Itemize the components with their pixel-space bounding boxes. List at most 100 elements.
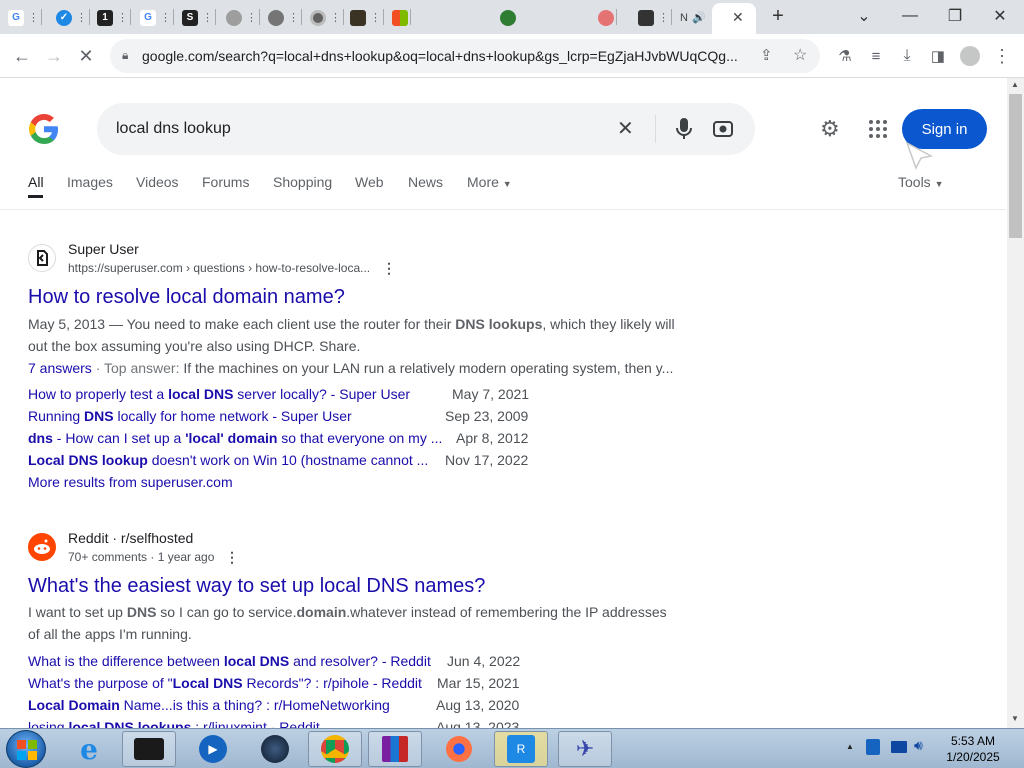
sub-result-link[interactable]: dns - How can I set up a 'local' domain … — [28, 430, 442, 446]
scrollbar-thumb[interactable] — [1009, 94, 1022, 238]
side-panel-icon[interactable]: ◨ — [923, 41, 953, 71]
globe-app-icon[interactable] — [248, 731, 302, 767]
scroll-down-icon[interactable]: ▼ — [1011, 714, 1019, 723]
more-options-icon[interactable]: ⋮ — [225, 549, 239, 566]
menu-icon[interactable]: ⋮ — [987, 41, 1017, 71]
display-icon[interactable] — [891, 741, 907, 753]
restore-button[interactable]: ❐ — [933, 2, 977, 30]
browser-tab[interactable]: ⋮ — [226, 5, 260, 30]
scroll-up-icon[interactable]: ▲ — [1011, 80, 1019, 89]
one-icon: 1 — [97, 9, 113, 26]
browser-tab[interactable] — [598, 5, 617, 30]
clear-search-icon[interactable]: ✕ — [617, 116, 634, 141]
bookmark-star-icon[interactable]: ☆ — [793, 45, 807, 65]
browser-tab[interactable]: G ⋮ — [140, 5, 174, 30]
browser-tab[interactable]: 1 ⋮ — [97, 5, 131, 30]
taskbar-app-dark-icon[interactable] — [122, 731, 176, 767]
sub-result-link[interactable]: Running DNS locally for home network - S… — [28, 408, 352, 424]
labs-icon[interactable]: ⚗ — [830, 41, 860, 71]
browser-tab[interactable]: ⋮ — [638, 5, 672, 30]
sub-result-link[interactable]: What is the difference between local DNS… — [28, 653, 431, 669]
media-player-icon[interactable]: ▶ — [186, 731, 240, 767]
tab-shopping[interactable]: Shopping — [273, 174, 332, 190]
profile-icon[interactable] — [955, 41, 985, 71]
sub-result-date: Nov 17, 2022 — [445, 452, 529, 468]
sub-result-link[interactable]: What's the purpose of "Local DNS Records… — [28, 675, 422, 691]
reading-list-icon[interactable]: ≡ — [861, 41, 891, 71]
result-snippet: May 5, 2013 — You need to make each clie… — [28, 316, 675, 354]
s-icon: S — [182, 9, 198, 26]
tab-more[interactable]: More ▼ — [467, 174, 512, 190]
share-icon[interactable]: ⇪ — [760, 46, 773, 64]
tools-button[interactable]: Tools ▼ — [898, 174, 944, 190]
browser-tab[interactable]: S ⋮ — [182, 5, 216, 30]
apps-grid-icon[interactable] — [869, 120, 887, 138]
browser-tab[interactable]: ⋮ — [268, 5, 302, 30]
browser-tab[interactable]: ⋮ — [350, 5, 384, 30]
search-box[interactable]: local dns lookup ✕ — [97, 103, 755, 155]
google-icon: G — [8, 9, 24, 26]
stop-button[interactable]: ✕ — [71, 41, 101, 71]
circle-icon: ✓ — [56, 9, 72, 26]
back-button[interactable]: ← — [7, 41, 37, 71]
sub-result-date: Aug 13, 2020 — [436, 697, 520, 713]
active-tab[interactable]: ✕ — [712, 3, 756, 34]
browser-tab[interactable]: ⋮ — [310, 5, 344, 30]
tab-forums[interactable]: Forums — [202, 174, 249, 190]
tab-web[interactable]: Web — [355, 174, 384, 190]
google-logo-icon[interactable] — [27, 112, 61, 146]
site-name[interactable]: Super User — [68, 241, 139, 257]
start-button[interactable] — [6, 730, 46, 768]
sub-result-link[interactable]: How to properly test a local DNS server … — [28, 386, 410, 402]
site-url[interactable]: https://superuser.com › questions › how-… — [68, 261, 370, 275]
download-icon[interactable]: ⤓ — [892, 41, 922, 71]
winrar-icon[interactable] — [368, 731, 422, 767]
network-icon[interactable] — [866, 739, 880, 755]
minimize-button[interactable]: — — [888, 2, 932, 30]
show-hidden-icons[interactable]: ▲ — [846, 742, 854, 751]
more-options-icon[interactable]: ⋮ — [382, 260, 396, 277]
internet-explorer-icon[interactable]: e — [62, 731, 116, 767]
speaker-icon[interactable]: 🔊︎ — [914, 737, 923, 754]
bird-app-icon[interactable]: ✈ — [558, 731, 612, 767]
chrome-icon — [310, 9, 326, 26]
new-tab-button[interactable]: + — [756, 2, 800, 30]
sub-result-date: Mar 15, 2021 — [437, 675, 520, 691]
tab-news[interactable]: News — [408, 174, 443, 190]
more-results-link[interactable]: More results from superuser.com — [28, 474, 233, 490]
mouse-cursor-icon — [905, 141, 934, 170]
browser-tab[interactable]: N 🔊 — [680, 5, 706, 30]
chrome-taskbar-icon[interactable] — [308, 731, 362, 767]
forward-button[interactable]: → — [39, 41, 69, 71]
sub-result-date: Sep 23, 2009 — [445, 408, 529, 424]
settings-gear-icon[interactable]: ⚙ — [820, 116, 840, 142]
system-clock[interactable]: 5:53 AM 1/20/2025 — [938, 733, 1008, 765]
blender-icon[interactable] — [432, 731, 486, 767]
tab-images[interactable]: Images — [67, 174, 113, 190]
sub-result-link[interactable]: Local DNS lookup doesn't work on Win 10 … — [28, 452, 428, 468]
tab-all[interactable]: All — [28, 174, 44, 190]
tab-videos[interactable]: Videos — [136, 174, 179, 190]
tab-strip: G ⋮ ✓ ⋮ 1 ⋮ G ⋮ S ⋮ ⋮ ⋮ ⋮ ⋮ ⋮ N 🔊 ✕ + ⌄ — ❐ ✕ — [0, 0, 1024, 34]
site-name[interactable]: Reddit · r/selfhosted — [68, 530, 193, 546]
close-tab-icon[interactable]: ✕ — [732, 9, 744, 26]
search-input[interactable]: local dns lookup — [116, 120, 231, 138]
address-bar[interactable]: 🔒︎ google.com/search?q=local+dns+lookup&… — [110, 39, 820, 73]
microphone-icon[interactable] — [674, 117, 694, 141]
answers-link[interactable]: 7 answers — [28, 360, 92, 376]
close-window-button[interactable]: ✕ — [978, 2, 1022, 30]
globe-icon — [268, 9, 284, 26]
page-scrollbar[interactable]: ▲ ▼ — [1007, 78, 1024, 728]
browser-tab[interactable] — [500, 5, 516, 30]
result-title[interactable]: How to resolve local domain name? — [28, 286, 345, 309]
result-title[interactable]: What's the easiest way to set up local D… — [28, 575, 485, 598]
tab-search-button[interactable]: ⌄ — [842, 2, 886, 30]
browser-tab[interactable] — [392, 5, 411, 30]
browser-tab[interactable]: G ⋮ — [8, 5, 42, 30]
sub-result-date: Jun 4, 2022 — [447, 653, 521, 669]
browser-tab[interactable]: ✓ ⋮ — [56, 5, 90, 30]
camera-lens-icon[interactable] — [712, 118, 734, 140]
vlc-app-icon[interactable]: R — [494, 731, 548, 767]
sub-result-link[interactable]: Local Domain Name...is this a thing? : r… — [28, 697, 390, 713]
superuser-icon — [28, 244, 56, 272]
